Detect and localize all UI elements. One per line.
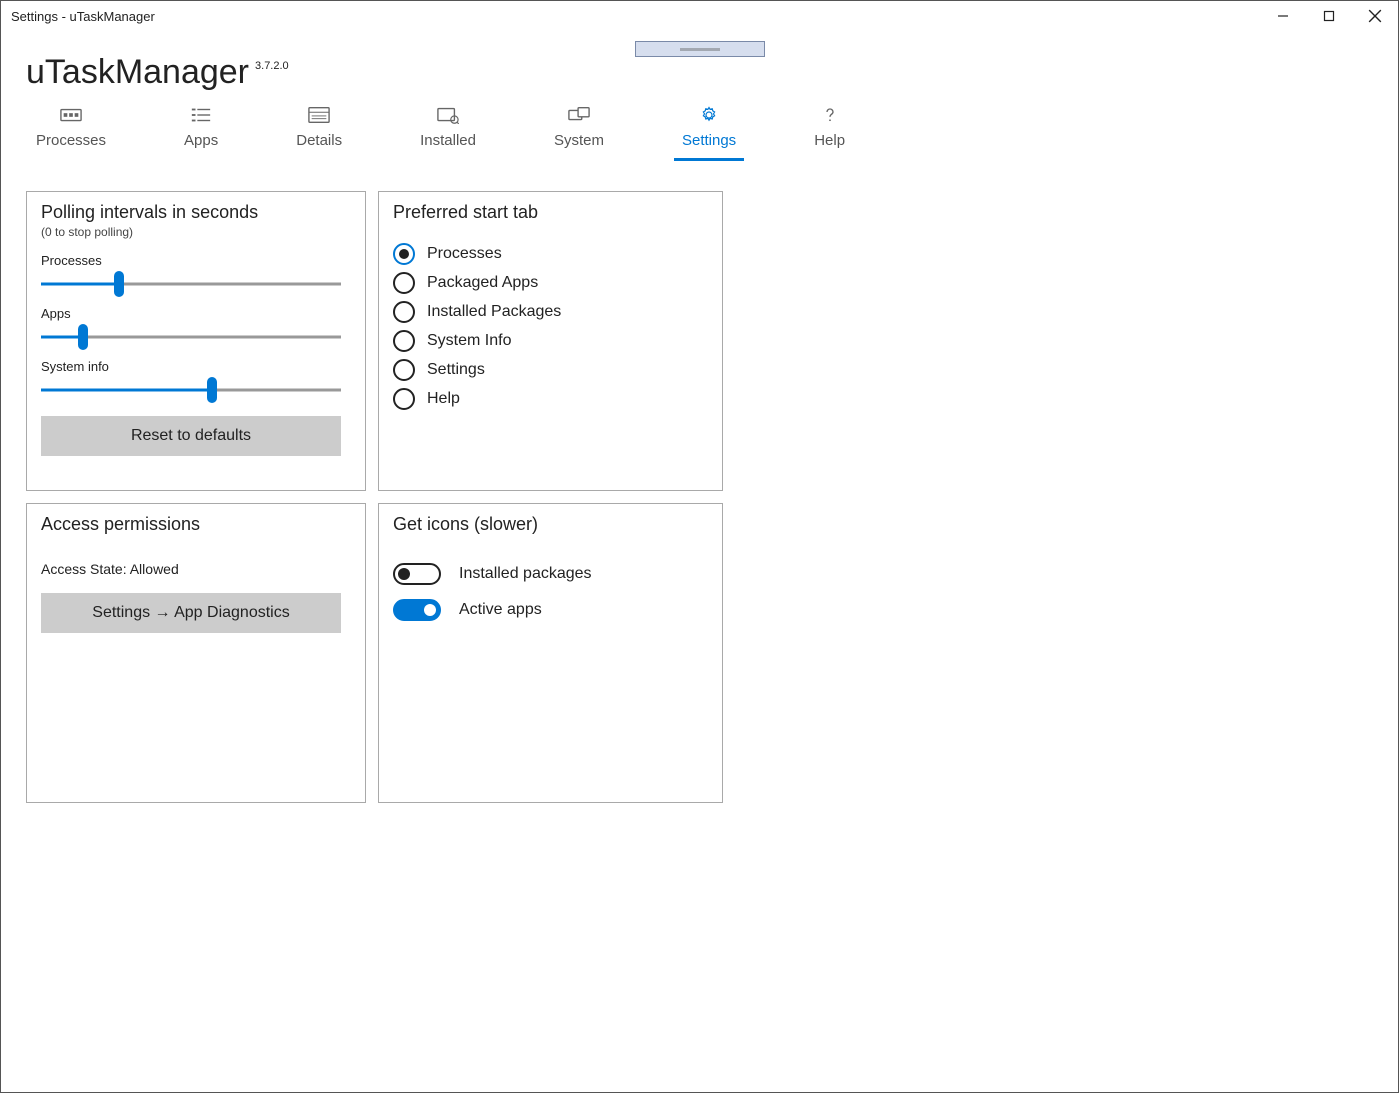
radio-label: Processes [427,245,502,263]
panel-title: Preferred start tab [393,202,708,223]
gear-icon [698,106,720,124]
slider-thumb[interactable] [78,324,88,350]
app-window: Settings - uTaskManager uTaskManager 3.7… [0,0,1399,1093]
tab-label: Apps [184,132,218,149]
window-title: Settings - uTaskManager [11,9,155,24]
tab-label: Processes [36,132,106,149]
minimize-button[interactable] [1260,1,1306,31]
toggle-label: Installed packages [459,565,592,583]
slider-processes[interactable] [41,270,341,298]
radio-label: System Info [427,332,511,350]
tab-label: Help [814,132,845,149]
tab-settings[interactable]: Settings [678,106,740,157]
radio-icon [393,272,415,294]
radio-icon [393,388,415,410]
toggle-label: Active apps [459,601,542,619]
window-controls [1260,1,1398,31]
panel-icons: Get icons (slower) Installed packages Ac… [378,503,723,803]
radio-icon [393,301,415,323]
app-header: uTaskManager 3.7.2.0 [26,53,1373,92]
radio-icon [393,330,415,352]
start-tab-radio-list: Processes Packaged Apps Installed Packag… [393,243,708,410]
radio-label: Help [427,390,460,408]
installed-icon [437,106,459,124]
drag-handle[interactable] [635,41,765,57]
titlebar: Settings - uTaskManager [1,1,1398,31]
toggle-switch[interactable] [393,563,441,585]
panel-title: Access permissions [41,514,351,535]
tab-details[interactable]: Details [292,106,346,157]
radio-option-installed-packages[interactable]: Installed Packages [393,301,708,323]
access-state-label: Access State: [41,561,127,577]
tab-bar: Processes Apps Details Installed System … [26,106,1373,157]
maximize-icon [1323,10,1335,22]
radio-option-processes[interactable]: Processes [393,243,708,265]
slider-label-system: System info [41,359,351,374]
tab-help[interactable]: Help [810,106,849,157]
tab-label: Settings [682,132,736,149]
content-area: uTaskManager 3.7.2.0 Processes Apps Deta… [1,31,1398,1092]
reset-defaults-button[interactable]: Reset to defaults [41,416,341,456]
settings-panels: Polling intervals in seconds (0 to stop … [26,191,1373,803]
slider-label-apps: Apps [41,306,351,321]
slider-apps[interactable] [41,323,341,351]
app-diagnostics-button[interactable]: Settings → App Diagnostics [41,593,341,633]
close-button[interactable] [1352,1,1398,31]
icon-toggle-list: Installed packages Active apps [393,563,708,621]
toggle-switch[interactable] [393,599,441,621]
close-icon [1368,9,1382,23]
help-icon [819,106,841,124]
panel-polling: Polling intervals in seconds (0 to stop … [26,191,366,491]
tab-apps[interactable]: Apps [180,106,222,157]
processes-icon [60,106,82,124]
tab-label: Details [296,132,342,149]
system-icon [568,106,590,124]
radio-option-settings[interactable]: Settings [393,359,708,381]
tab-system[interactable]: System [550,106,608,157]
panel-title: Get icons (slower) [393,514,708,535]
tab-processes[interactable]: Processes [32,106,110,157]
access-state-row: Access State: Allowed [41,561,351,577]
slider-label-processes: Processes [41,253,351,268]
panel-title: Polling intervals in seconds [41,202,351,223]
toggle-active-apps[interactable]: Active apps [393,599,708,621]
panel-access: Access permissions Access State: Allowed… [26,503,366,803]
radio-option-system-info[interactable]: System Info [393,330,708,352]
radio-label: Settings [427,361,485,379]
toggle-installed-packages[interactable]: Installed packages [393,563,708,585]
tab-label: System [554,132,604,149]
panel-start-tab: Preferred start tab Processes Packaged A… [378,191,723,491]
minimize-icon [1277,10,1289,22]
tab-installed[interactable]: Installed [416,106,480,157]
radio-icon [393,243,415,265]
access-state-value: Allowed [130,561,179,577]
maximize-button[interactable] [1306,1,1352,31]
slider-system[interactable] [41,376,341,404]
radio-label: Packaged Apps [427,274,538,292]
apps-icon [190,106,212,124]
radio-label: Installed Packages [427,303,561,321]
slider-thumb[interactable] [114,271,124,297]
radio-option-packaged-apps[interactable]: Packaged Apps [393,272,708,294]
slider-thumb[interactable] [207,377,217,403]
app-version: 3.7.2.0 [255,60,289,72]
radio-icon [393,359,415,381]
tab-label: Installed [420,132,476,149]
radio-option-help[interactable]: Help [393,388,708,410]
app-name: uTaskManager [26,53,249,92]
details-icon [308,106,330,124]
panel-subtitle: (0 to stop polling) [41,225,351,239]
